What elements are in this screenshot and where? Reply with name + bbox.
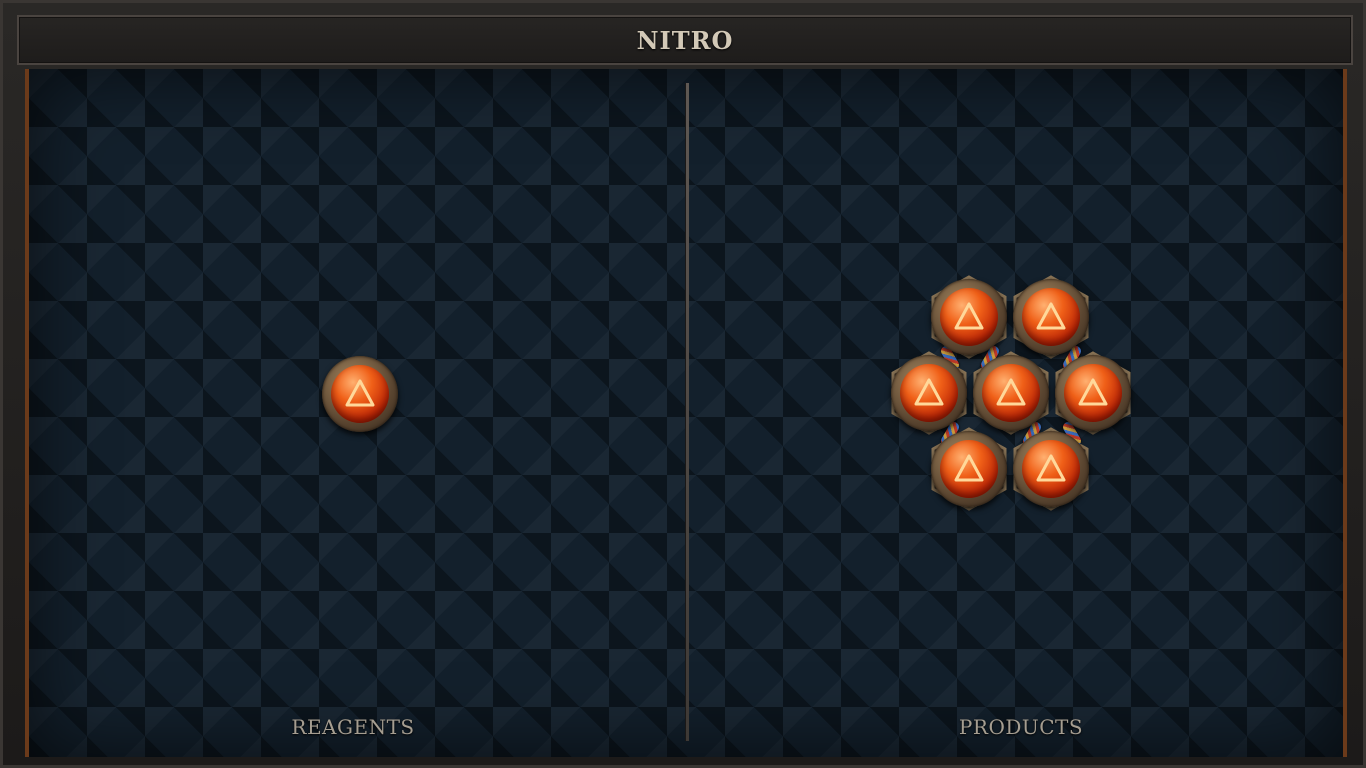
fire-orb — [940, 440, 998, 498]
panel-divider — [685, 83, 689, 741]
fire-triangle-icon — [940, 288, 998, 346]
fire-triangle-icon — [1064, 364, 1122, 422]
fire-triangle-icon — [1022, 288, 1080, 346]
product-fire-atom[interactable] — [891, 355, 967, 431]
product-fire-atom[interactable] — [931, 431, 1007, 507]
fire-orb — [1022, 440, 1080, 498]
product-molecule — [883, 273, 1138, 513]
page-title: NITRO — [636, 25, 734, 55]
fire-triangle-icon — [982, 364, 1040, 422]
fire-triangle-icon — [900, 364, 958, 422]
fire-orb — [900, 364, 958, 422]
fire-orb — [1022, 288, 1080, 346]
fire-triangle-icon — [331, 365, 389, 423]
title-bar: NITRO — [17, 15, 1353, 65]
reagent-fire-atom[interactable] — [322, 356, 398, 432]
fire-triangle-icon — [1022, 440, 1080, 498]
reagents-label: REAGENTS — [291, 715, 415, 739]
fire-orb — [982, 364, 1040, 422]
fire-orb — [331, 365, 389, 423]
product-fire-atom[interactable] — [1055, 355, 1131, 431]
product-fire-atom[interactable] — [1013, 279, 1089, 355]
fire-triangle-icon — [940, 440, 998, 498]
fire-orb — [940, 288, 998, 346]
fire-orb — [1064, 364, 1122, 422]
products-label: PRODUCTS — [958, 715, 1084, 739]
product-fire-atom[interactable] — [931, 279, 1007, 355]
product-fire-atom[interactable] — [1013, 431, 1089, 507]
window-frame: NITRO REAGENTS PRODUCTS — [0, 0, 1366, 768]
product-fire-atom[interactable] — [973, 355, 1049, 431]
